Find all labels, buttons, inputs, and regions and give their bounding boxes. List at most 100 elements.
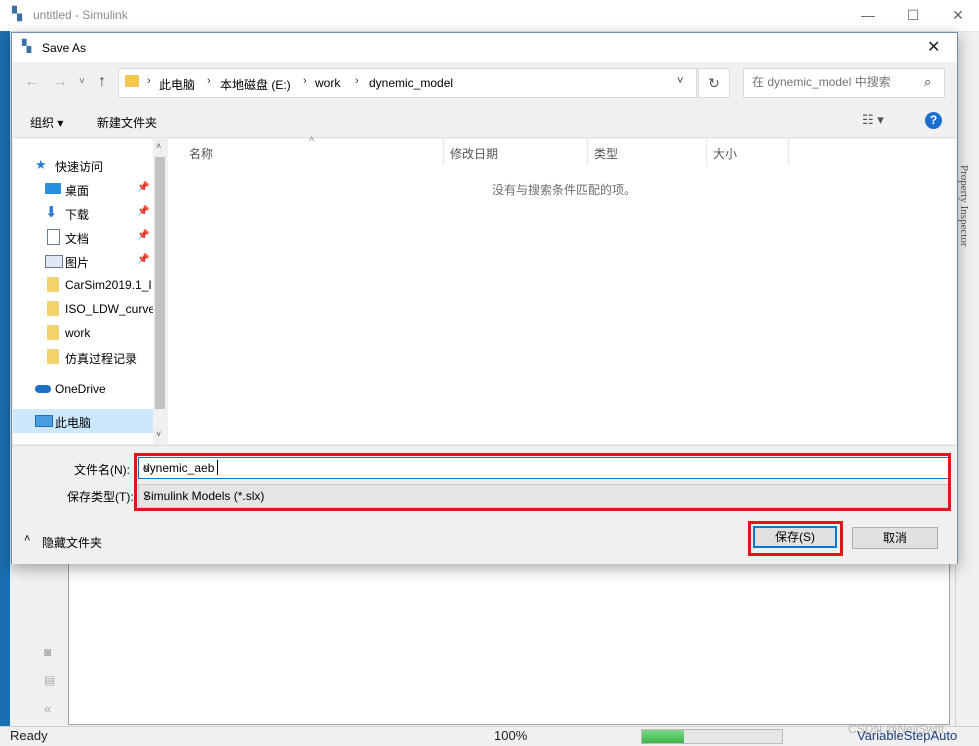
up-icon[interactable]: ↑ bbox=[98, 73, 106, 91]
sidebar-item-documents[interactable]: 文档 📌 bbox=[13, 225, 153, 249]
maximize-icon[interactable]: ☐ bbox=[890, 0, 936, 31]
breadcrumb-item[interactable]: work bbox=[315, 76, 340, 90]
sidebar-item-carsim[interactable]: CarSim2019.1_I bbox=[13, 273, 153, 297]
column-header-name[interactable]: 名称 bbox=[189, 145, 213, 162]
breadcrumb-item[interactable]: 此电脑 bbox=[159, 76, 195, 93]
cancel-button[interactable]: 取消 bbox=[852, 527, 938, 549]
column-header-type[interactable]: 类型 bbox=[594, 145, 618, 162]
column-separator[interactable] bbox=[587, 139, 588, 165]
save-as-dialog: ▚ Save As ✕ ← → ˅ ↑ › 此电脑 › 本地磁盘 (E:) › … bbox=[11, 32, 958, 564]
back-icon[interactable]: ← bbox=[24, 73, 40, 91]
sidebar-item-desktop[interactable]: 桌面 📌 bbox=[13, 177, 153, 201]
search-box[interactable]: ⌕ bbox=[743, 68, 945, 98]
close-icon[interactable]: ✕ bbox=[935, 0, 979, 31]
chevron-up-icon[interactable]: ˄ bbox=[24, 533, 30, 545]
file-type-label: 保存类型(T): bbox=[67, 490, 134, 504]
recent-dropdown-icon[interactable]: ˅ bbox=[79, 76, 85, 87]
breadcrumb-item[interactable]: dynemic_model bbox=[369, 76, 453, 90]
address-bar[interactable]: › 此电脑 › 本地磁盘 (E:) › work › dynemic_model… bbox=[118, 68, 697, 98]
column-separator[interactable] bbox=[706, 139, 707, 165]
address-dropdown-icon[interactable]: ˅ bbox=[677, 75, 683, 87]
view-options-icon[interactable]: ☷ ▾ bbox=[862, 112, 884, 128]
simulink-toolstrip: ◙ ▤ « bbox=[36, 563, 66, 723]
star-icon: ★ bbox=[35, 157, 47, 172]
forward-icon[interactable]: → bbox=[52, 73, 68, 91]
sidebar-item-label: 下载 bbox=[65, 208, 90, 222]
column-separator[interactable] bbox=[788, 139, 789, 165]
pin-icon[interactable]: 📌 bbox=[137, 182, 149, 193]
pin-icon[interactable]: 📌 bbox=[137, 230, 149, 241]
status-bar bbox=[0, 726, 979, 746]
sidebar-item-label: 此电脑 bbox=[55, 416, 92, 430]
search-input[interactable] bbox=[752, 75, 917, 89]
highlight-annotation bbox=[134, 453, 951, 511]
scroll-up-icon[interactable]: ˄ bbox=[156, 141, 161, 151]
file-name-label: 文件名(N): bbox=[74, 463, 130, 477]
sidebar-item-work[interactable]: work bbox=[13, 321, 153, 345]
sidebar-item-label: 快速访问 bbox=[55, 160, 104, 174]
organize-button[interactable]: 组织 ▾ bbox=[30, 114, 63, 131]
desktop-icon bbox=[45, 183, 61, 194]
sidebar-item-label: 仿真过程记录 bbox=[65, 352, 138, 366]
refresh-icon[interactable]: ↻ bbox=[698, 68, 730, 98]
folder-icon bbox=[47, 277, 59, 292]
dialog-logo-icon: ▚ bbox=[22, 39, 32, 53]
pin-icon[interactable]: 📌 bbox=[137, 254, 149, 265]
folder-icon bbox=[47, 325, 59, 340]
folder-icon bbox=[47, 349, 59, 364]
column-header-date[interactable]: 修改日期 bbox=[450, 145, 498, 162]
empty-message: 没有与搜索条件匹配的项。 bbox=[492, 183, 637, 197]
sidebar-item-label: work bbox=[65, 326, 91, 340]
pin-icon[interactable]: 📌 bbox=[137, 206, 149, 217]
column-separator[interactable] bbox=[443, 139, 444, 165]
collapse-icon[interactable]: « bbox=[44, 701, 51, 716]
breadcrumb-separator: › bbox=[207, 75, 211, 87]
property-inspector-label[interactable]: Property Inspector bbox=[958, 165, 970, 247]
new-folder-button[interactable]: 新建文件夹 bbox=[97, 114, 157, 131]
breadcrumb-separator: › bbox=[303, 75, 307, 87]
cloud-icon bbox=[35, 385, 51, 393]
sidebar-item-label: ISO_LDW_curve bbox=[65, 302, 156, 316]
dialog-titlebar bbox=[12, 33, 957, 62]
minimize-icon[interactable]: — bbox=[845, 0, 891, 31]
sidebar-item-sim-records[interactable]: 仿真过程记录 bbox=[13, 345, 153, 369]
solver-label[interactable]: VariableStepAuto bbox=[857, 728, 957, 743]
hide-folders-button[interactable]: 隐藏文件夹 bbox=[42, 534, 102, 551]
folder-icon bbox=[125, 75, 139, 87]
image-icon[interactable]: ▤ bbox=[44, 673, 55, 687]
picture-icon bbox=[45, 255, 63, 268]
folder-icon bbox=[47, 301, 59, 316]
breadcrumb-item[interactable]: 本地磁盘 (E:) bbox=[220, 76, 291, 93]
sidebar-item-label: 图片 bbox=[65, 256, 90, 270]
scroll-down-icon[interactable]: ˅ bbox=[156, 429, 161, 439]
nav-scroll-thumb[interactable] bbox=[155, 157, 165, 409]
progress-bar bbox=[641, 729, 783, 744]
sidebar-item-label: CarSim2019.1_I bbox=[65, 278, 152, 292]
search-icon[interactable]: ⌕ bbox=[924, 74, 931, 90]
help-icon[interactable]: ? bbox=[925, 112, 942, 129]
dialog-toolbar: 组织 ▾ 新建文件夹 ☷ ▾ ? bbox=[12, 105, 957, 138]
breadcrumb-separator: › bbox=[355, 75, 359, 87]
sidebar-item-label: OneDrive bbox=[55, 382, 106, 396]
document-icon bbox=[47, 229, 60, 245]
column-header-size[interactable]: 大小 bbox=[713, 145, 737, 162]
download-icon: ⬇ bbox=[45, 204, 58, 221]
simulink-logo-icon: ▚ bbox=[12, 6, 22, 21]
sidebar-item-onedrive[interactable]: OneDrive bbox=[13, 377, 153, 401]
status-ready: Ready bbox=[10, 728, 48, 743]
progress-fill bbox=[642, 730, 684, 743]
sidebar-item-label: 文档 bbox=[65, 232, 90, 246]
sidebar-item-pictures[interactable]: 图片 📌 bbox=[13, 249, 153, 273]
sort-arrow-icon: ˄ bbox=[309, 134, 315, 144]
model-canvas[interactable] bbox=[68, 563, 950, 725]
highlight-annotation bbox=[748, 521, 843, 556]
sidebar-item-label: 桌面 bbox=[65, 184, 90, 198]
camera-icon[interactable]: ◙ bbox=[44, 645, 51, 659]
dialog-close-icon[interactable]: ✕ bbox=[927, 37, 940, 57]
sidebar-item-this-pc[interactable]: 此电脑 bbox=[13, 409, 153, 433]
sidebar-item-iso-ldw[interactable]: ISO_LDW_curve bbox=[13, 297, 156, 321]
breadcrumb-separator: › bbox=[147, 75, 151, 87]
computer-icon bbox=[35, 415, 53, 427]
sidebar-item-quick-access[interactable]: ★ 快速访问 bbox=[13, 153, 153, 177]
sidebar-item-downloads[interactable]: ⬇ 下载 📌 bbox=[13, 201, 153, 225]
